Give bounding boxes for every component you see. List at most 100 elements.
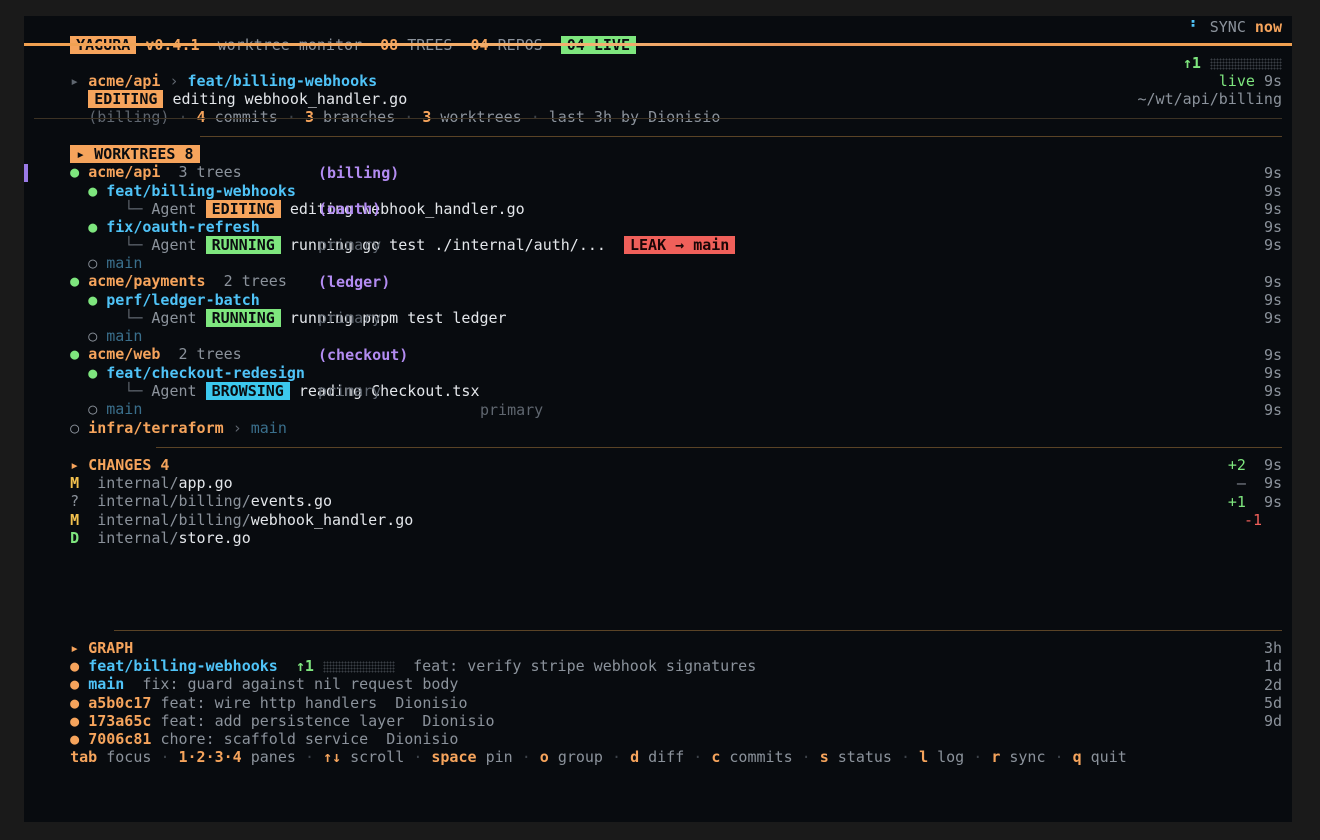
changes-header[interactable]: ▸ CHANGES 4 [34, 438, 1282, 474]
change-dir: internal/ [97, 529, 179, 547]
idle-ring-icon: ○ [70, 419, 80, 437]
repo-row[interactable]: ● acme/payments 2 trees [34, 254, 1282, 290]
key-label: quit [1090, 748, 1127, 766]
change-row[interactable]: M internal/billing/webhook_handler.go +1… [34, 493, 1282, 529]
branch-alias: (billing) [318, 164, 400, 182]
branch-alias: (ledger) [318, 273, 391, 291]
key-l[interactable]: l [919, 748, 928, 766]
sync-spinner-icon: ⠃ [1189, 18, 1201, 36]
meta-sep: · [404, 108, 414, 126]
agent-row: └─ Agent RUNNING running go test ./inter… [34, 218, 1282, 254]
row-age: 9s [1263, 382, 1282, 400]
last-commit-info: last 3h by Dionisio [548, 108, 721, 126]
sync-status[interactable]: ⠃ SYNC now [1190, 18, 1282, 36]
key-d[interactable]: d [630, 748, 639, 766]
change-delta: +1 [1227, 493, 1246, 511]
repo-name: infra/terraform [88, 419, 224, 437]
key-label: diff [648, 748, 685, 766]
worktree-row[interactable]: ● feat/checkout-redesign (checkout) 9s [34, 346, 1282, 382]
key-sep: · [973, 748, 983, 766]
graph-rule [114, 630, 1282, 631]
key-sep: · [901, 748, 911, 766]
repo-row[interactable]: ● acme/api 3 trees [34, 145, 1282, 181]
activity-sparkline [1210, 57, 1282, 70]
key-panes[interactable]: 1·2·3·4 [179, 748, 242, 766]
graph-commit-row[interactable]: ● main fix: guard against nil request bo… [34, 657, 1282, 693]
graph-commit-row[interactable]: ● a5b0c17 feat: wire http handlers Dioni… [34, 676, 1282, 712]
key-label: sync [1009, 748, 1046, 766]
change-row[interactable]: M internal/app.go +2 9s [34, 456, 1282, 492]
change-delta: +2 [1227, 456, 1246, 474]
key-r[interactable]: r [991, 748, 1000, 766]
change-row[interactable]: D internal/store.go -1 [34, 511, 1282, 547]
key-scroll[interactable]: ↑↓ [323, 748, 341, 766]
key-space[interactable]: space [431, 748, 476, 766]
branches-label: branches [323, 108, 396, 126]
key-q[interactable]: q [1073, 748, 1082, 766]
row-age: 9s [1263, 309, 1282, 327]
change-status: D [70, 529, 80, 547]
row-age: 9s [1263, 273, 1282, 291]
branch-role: primary [318, 309, 382, 327]
branch-role: primary [318, 382, 382, 400]
change-age: 9s [1263, 456, 1282, 474]
key-sep: · [413, 748, 423, 766]
worktree-row[interactable]: ● fix/oauth-refresh (oauth) 9s [34, 200, 1282, 236]
change-row[interactable]: ? internal/billing/events.go — 9s [34, 474, 1282, 510]
graph-commit-row[interactable]: ● 7006c81 chore: scaffold service Dionis… [34, 712, 1282, 748]
row-age: 9s [1263, 346, 1282, 364]
branch-alias: (oauth) [318, 200, 382, 218]
graph-header[interactable]: ▸ GRAPH [34, 621, 1282, 657]
branch-role: primary [318, 236, 382, 254]
key-tab[interactable]: tab [70, 748, 97, 766]
selection-marker [24, 164, 28, 182]
changes-rule [156, 447, 1282, 448]
graph-commit-row[interactable]: ● feat/billing-webhooks ↑1 feat: verify … [34, 639, 1282, 675]
focus-live: live 9s [1219, 72, 1282, 90]
sync-label: SYNC [1209, 18, 1246, 36]
commit-age: 9d [1263, 712, 1282, 730]
meta-sep: · [286, 108, 296, 126]
key-sep: · [160, 748, 170, 766]
branch-alias: (checkout) [318, 346, 409, 364]
commits-label: commits [214, 108, 278, 126]
worktree-row[interactable]: ● perf/ledger-batch (ledger) 9s [34, 273, 1282, 309]
row-age: 9s [1263, 182, 1282, 200]
row-age: 9s [1263, 236, 1282, 254]
key-c[interactable]: c [711, 748, 720, 766]
key-sep: · [304, 748, 314, 766]
row-age: 9s [1263, 218, 1282, 236]
key-label: log [937, 748, 965, 766]
focus-title-row[interactable]: ▸ acme/api › feat/billing-webhooks ↑1 [34, 54, 1282, 90]
worktree-row[interactable]: ○ main primary 9s [34, 309, 1282, 345]
branch-role: primary [480, 401, 544, 419]
key-label: panes [250, 748, 296, 766]
focus-meta-row: (billing) · 4 commits · 3 branches · 3 w… [34, 90, 1282, 126]
commit-age: 1d [1263, 657, 1282, 675]
graph-commit-row[interactable]: ● 173a65c feat: add persistence layer Di… [34, 694, 1282, 730]
worktree-row[interactable]: ○ main primary 9s [34, 236, 1282, 272]
worktree-row[interactable]: ○ main primary 9s [34, 382, 1282, 418]
change-age: 9s [1263, 474, 1282, 492]
row-age: 9s [1263, 164, 1282, 182]
change-delta: -1 [1243, 511, 1262, 529]
key-o[interactable]: o [540, 748, 549, 766]
branch-name: main [250, 419, 287, 437]
commit-age: 2d [1263, 676, 1282, 694]
worktrees-header[interactable]: ▸ WORKTREES 8 [34, 127, 1282, 163]
focus-alias: (billing) [88, 108, 170, 126]
terminal-window: YAGURA v0.4.1 worktree monitor 08 TREES … [24, 16, 1292, 822]
repo-row[interactable]: ○ infra/terraform › main primary 9s [34, 401, 1282, 437]
keybinding-bar: tab focus · 1·2·3·4 panes · ↑↓ scroll · … [34, 730, 1282, 766]
focus-ahead: ↑1 [1183, 54, 1282, 72]
worktree-row-selected[interactable]: ● feat/billing-webhooks (billing) 9s [34, 164, 1282, 200]
repo-row[interactable]: ● acme/web 2 trees [34, 327, 1282, 363]
title-bar: YAGURA v0.4.1 worktree monitor 08 TREES … [34, 18, 1282, 54]
ahead-count: ↑1 [1182, 54, 1201, 72]
live-age: 9s [1263, 72, 1282, 90]
key-s[interactable]: s [820, 748, 829, 766]
commits-count: 4 [196, 108, 206, 126]
focus-divider [34, 118, 1282, 119]
key-sep: · [521, 748, 531, 766]
meta-sep: · [530, 108, 540, 126]
